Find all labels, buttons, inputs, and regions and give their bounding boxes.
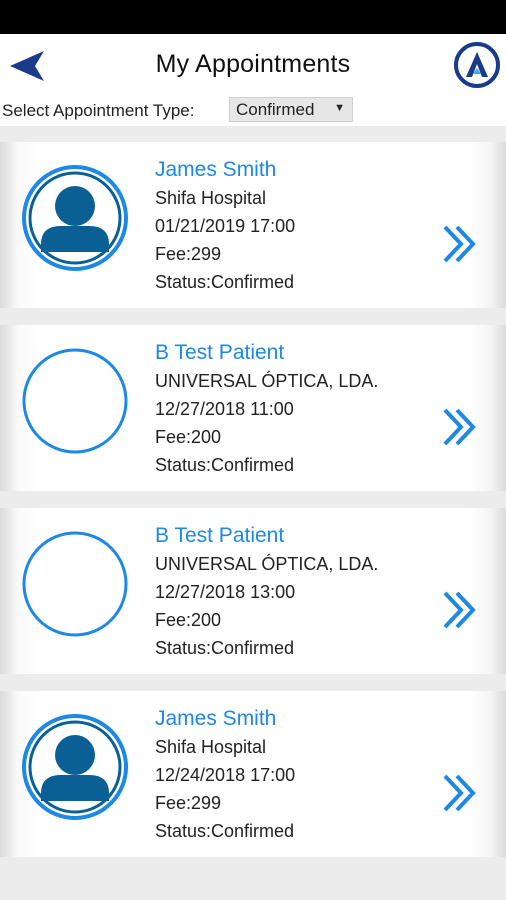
double-chevron-right-icon[interactable] xyxy=(441,224,479,264)
person-avatar-icon xyxy=(22,714,128,820)
appointment-status: Status:Confirmed xyxy=(155,638,295,658)
appointment-fee: Fee:200 xyxy=(155,610,222,630)
appointment-info: James Smith Shifa Hospital 12/24/2018 17… xyxy=(155,705,295,845)
appointment-list: James Smith Shifa Hospital 01/21/2019 17… xyxy=(0,126,506,900)
page-title: My Appointments xyxy=(155,50,351,78)
empty-avatar-icon xyxy=(22,531,128,637)
patient-name[interactable]: B Test Patient xyxy=(155,522,378,550)
appointment-datetime: 12/27/2018 13:00 xyxy=(155,582,296,602)
appointment-card[interactable]: B Test Patient UNIVERSAL ÓPTICA, LDA. 12… xyxy=(0,325,506,491)
appointment-card[interactable]: B Test Patient UNIVERSAL ÓPTICA, LDA. 12… xyxy=(0,508,506,674)
appointment-card[interactable]: James Smith Shifa Hospital 12/24/2018 17… xyxy=(0,691,506,857)
person-avatar-icon xyxy=(22,165,128,271)
hospital-name: Shifa Hospital xyxy=(155,188,267,208)
empty-avatar-icon xyxy=(22,348,128,454)
double-chevron-right-icon[interactable] xyxy=(441,407,479,447)
dropdown-arrow-icon: ▼ xyxy=(334,102,345,114)
patient-name[interactable]: B Test Patient xyxy=(155,339,378,367)
appointment-card[interactable]: James Smith Shifa Hospital 01/21/2019 17… xyxy=(0,142,506,308)
app-logo-button[interactable] xyxy=(453,41,501,89)
patient-name[interactable]: James Smith xyxy=(155,156,295,184)
appointment-fee: Fee:299 xyxy=(155,793,222,813)
appointment-datetime: 12/27/2018 11:00 xyxy=(155,399,294,419)
appointment-fee: Fee:200 xyxy=(155,427,222,447)
appointment-info: James Smith Shifa Hospital 01/21/2019 17… xyxy=(155,156,295,296)
hospital-name: UNIVERSAL ÓPTICA, LDA. xyxy=(155,554,379,574)
app-header: My Appointments xyxy=(0,34,506,96)
patient-name[interactable]: James Smith xyxy=(155,705,295,733)
hospital-name: UNIVERSAL ÓPTICA, LDA. xyxy=(155,371,379,391)
appointment-datetime: 12/24/2018 17:00 xyxy=(155,765,296,785)
appointment-type-value: Confirmed xyxy=(236,100,315,119)
app-logo-icon xyxy=(454,42,500,88)
double-chevron-right-icon[interactable] xyxy=(441,773,479,813)
appointment-info: B Test Patient UNIVERSAL ÓPTICA, LDA. 12… xyxy=(155,339,378,479)
status-bar xyxy=(0,0,506,34)
appointment-type-filter: Select Appointment Type: Confirmed ▼ xyxy=(0,96,506,126)
appointment-type-select[interactable]: Confirmed ▼ xyxy=(229,97,353,122)
filter-label: Select Appointment Type: xyxy=(2,101,195,120)
appointment-status: Status:Confirmed xyxy=(155,455,295,475)
appointment-datetime: 01/21/2019 17:00 xyxy=(155,216,296,236)
double-chevron-right-icon[interactable] xyxy=(441,590,479,630)
appointment-info: B Test Patient UNIVERSAL ÓPTICA, LDA. 12… xyxy=(155,522,378,662)
appointment-status: Status:Confirmed xyxy=(155,272,295,292)
appointment-fee: Fee:299 xyxy=(155,244,222,264)
appointment-status: Status:Confirmed xyxy=(155,821,295,841)
hospital-name: Shifa Hospital xyxy=(155,737,267,757)
